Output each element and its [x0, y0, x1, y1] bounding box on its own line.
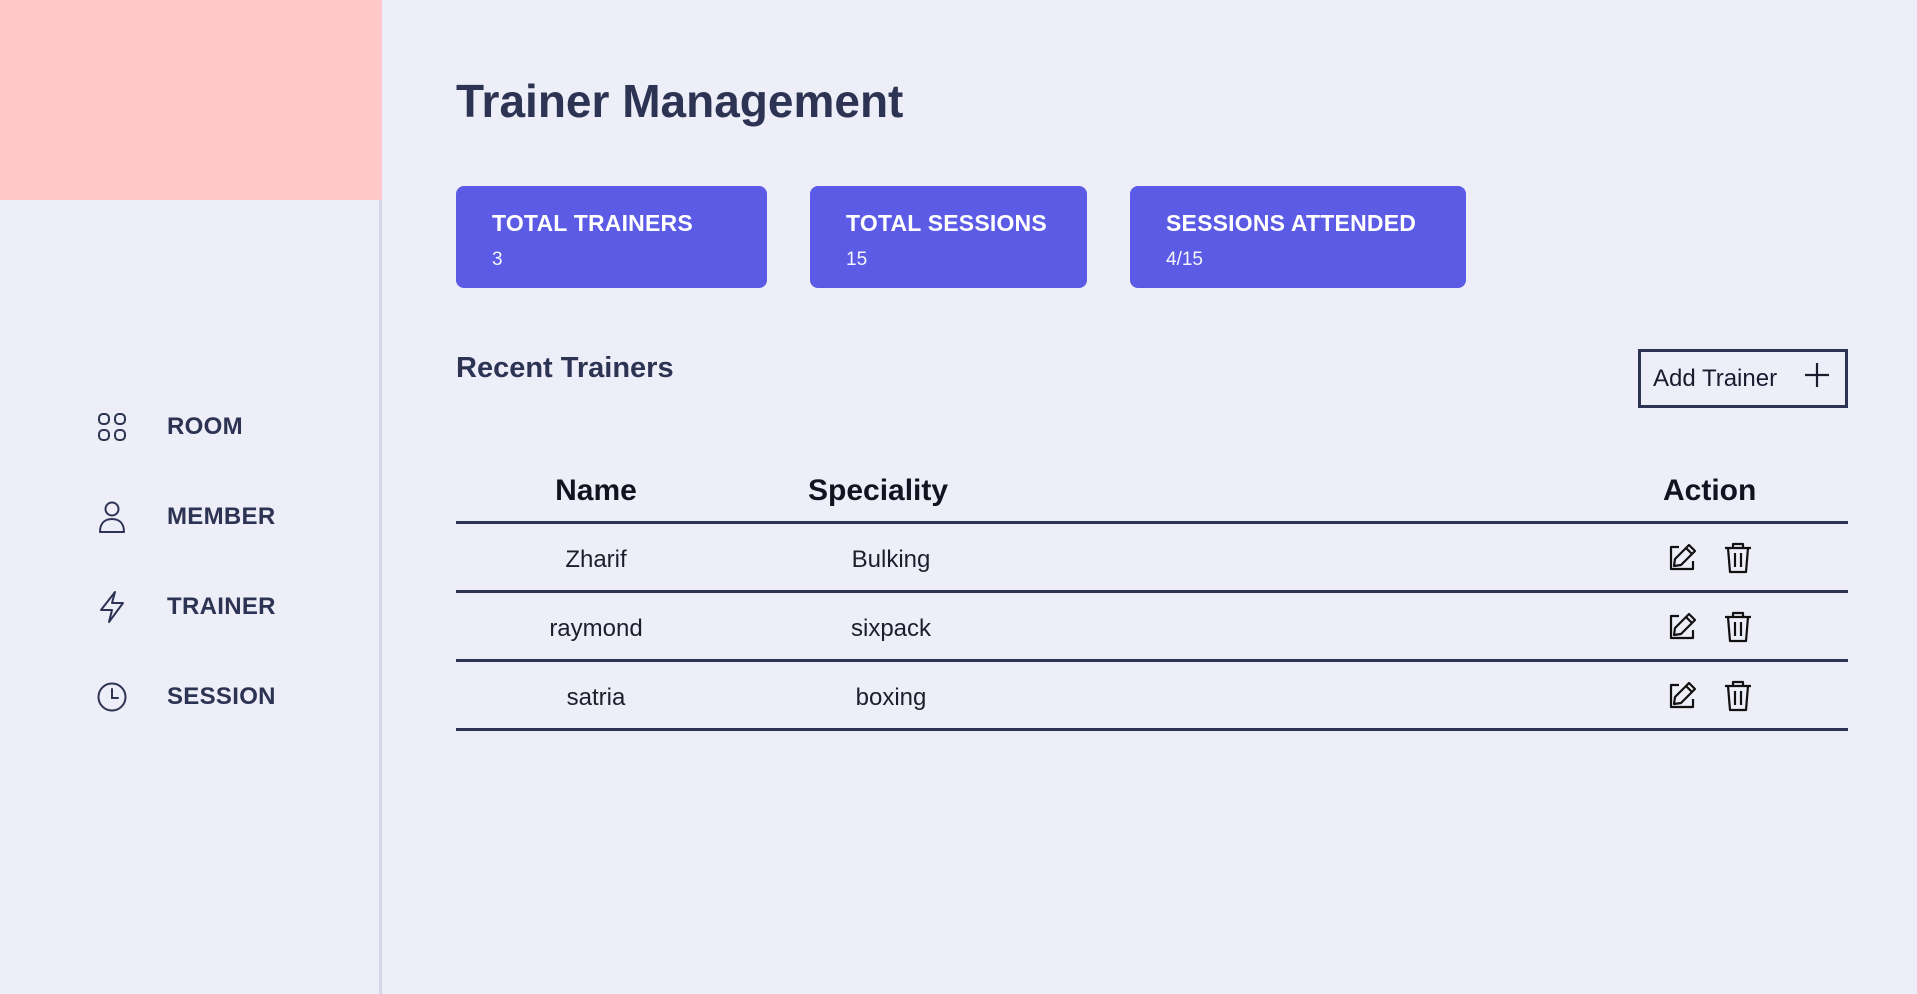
- clock-icon: [95, 680, 129, 714]
- page-title: Trainer Management: [456, 75, 904, 127]
- stat-card-total-sessions: TOTAL SESSIONS 15: [810, 186, 1087, 288]
- add-trainer-label: Add Trainer: [1653, 364, 1778, 392]
- sidebar-item-room[interactable]: ROOM: [95, 405, 276, 449]
- row-actions: [1664, 609, 1756, 645]
- cell-name: satria: [566, 684, 626, 711]
- stat-value: 15: [846, 249, 868, 270]
- sidebar-item-label: SESSION: [167, 683, 276, 710]
- edit-icon[interactable]: [1664, 540, 1700, 576]
- trash-icon[interactable]: [1720, 678, 1756, 714]
- sidebar-item-session[interactable]: SESSION: [95, 675, 276, 719]
- grid-icon: [95, 410, 129, 444]
- table-row: Zharif Bulking: [456, 524, 1848, 593]
- column-header-action: Action: [1663, 474, 1757, 507]
- trainers-table: Name Speciality Action Zharif Bulking ra…: [456, 460, 1848, 731]
- sidebar-item-trainer[interactable]: TRAINER: [95, 585, 276, 629]
- user-icon: [95, 500, 129, 534]
- main-content: Trainer Management TOTAL TRAINERS 3 TOTA…: [456, 0, 1917, 994]
- edit-icon[interactable]: [1664, 678, 1700, 714]
- lightning-icon: [95, 590, 129, 624]
- stat-card-total-trainers: TOTAL TRAINERS 3: [456, 186, 767, 288]
- trash-icon[interactable]: [1720, 540, 1756, 576]
- sidebar-nav: ROOM MEMBER TRAINER SESSION: [95, 405, 276, 765]
- stat-label: SESSIONS ATTENDED: [1166, 210, 1417, 236]
- stat-label: TOTAL TRAINERS: [492, 210, 693, 236]
- cell-speciality: sixpack: [850, 615, 932, 642]
- stat-card-sessions-attended: SESSIONS ATTENDED 4/15: [1130, 186, 1466, 288]
- sidebar-item-label: ROOM: [167, 413, 243, 440]
- plus-icon: [1803, 361, 1831, 396]
- cell-name: Zharif: [565, 546, 627, 573]
- cell-speciality: Bulking: [851, 546, 931, 573]
- cell-name: raymond: [549, 615, 643, 642]
- sidebar-item-member[interactable]: MEMBER: [95, 495, 276, 539]
- trash-icon[interactable]: [1720, 609, 1756, 645]
- sidebar: ROOM MEMBER TRAINER SESSION: [0, 0, 382, 994]
- cell-speciality: boxing: [855, 684, 927, 711]
- section-title: Recent Trainers: [456, 352, 674, 384]
- edit-icon[interactable]: [1664, 609, 1700, 645]
- logo-area: [0, 0, 382, 200]
- row-actions: [1664, 540, 1756, 576]
- row-actions: [1664, 678, 1756, 714]
- table-row: raymond sixpack: [456, 593, 1848, 662]
- stat-value: 4/15: [1166, 249, 1203, 270]
- sidebar-item-label: MEMBER: [167, 503, 276, 530]
- table-header: Name Speciality Action: [456, 460, 1848, 524]
- sidebar-item-label: TRAINER: [167, 593, 276, 620]
- column-header-speciality: Speciality: [808, 474, 949, 507]
- table-row: satria boxing: [456, 662, 1848, 731]
- column-header-name: Name: [555, 474, 637, 507]
- add-trainer-button[interactable]: Add Trainer: [1638, 349, 1848, 408]
- stat-label: TOTAL SESSIONS: [846, 210, 1047, 236]
- stat-value: 3: [492, 249, 503, 270]
